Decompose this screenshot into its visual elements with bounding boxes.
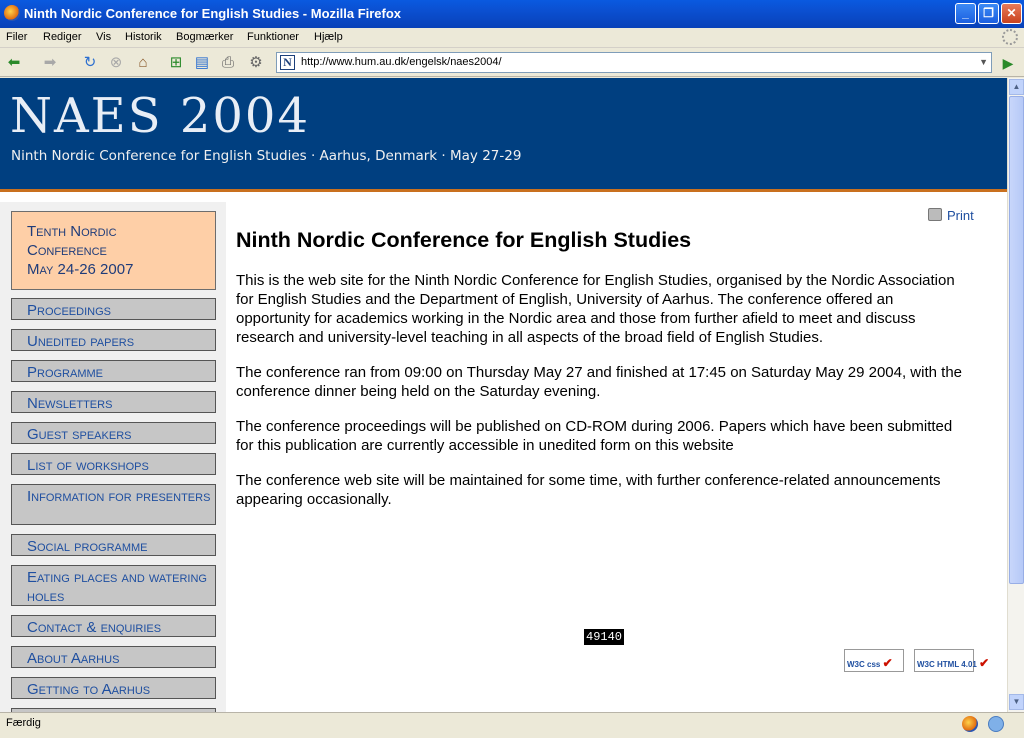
banner-title: NAES 2004 bbox=[10, 88, 310, 144]
url-bar[interactable]: N http://www.hum.au.dk/engelsk/naes2004/… bbox=[276, 52, 992, 73]
firefox-icon bbox=[4, 5, 20, 21]
site-favicon-icon: N bbox=[280, 55, 295, 70]
vertical-scrollbar[interactable]: ▲ ▼ bbox=[1007, 78, 1024, 712]
status-text: Færdig bbox=[6, 717, 41, 729]
new-tab-icon[interactable]: ⊞ bbox=[166, 53, 186, 73]
nav-proceedings[interactable]: Proceedings bbox=[11, 298, 216, 320]
url-text[interactable]: http://www.hum.au.dk/engelsk/naes2004/ bbox=[301, 56, 502, 68]
update-icon[interactable] bbox=[988, 716, 1004, 732]
nav-about-aarhus[interactable]: About Aarhus bbox=[11, 646, 216, 668]
proceedings-paragraph: The conference proceedings will be publi… bbox=[236, 418, 953, 454]
menu-filer[interactable]: Filer bbox=[6, 31, 27, 43]
navigation-toolbar: ⬅ ➡ ↻ ⊗ ⌂ ⊞ ▤ ⎙ ⚙ N http://www.hum.au.dk… bbox=[0, 49, 1024, 77]
window-titlebar: Ninth Nordic Conference for English Stud… bbox=[0, 0, 1024, 28]
nav-contact-enquiries[interactable]: Contact & enquiries bbox=[11, 615, 216, 637]
printer-icon bbox=[928, 208, 942, 221]
window-title: Ninth Nordic Conference for English Stud… bbox=[24, 6, 402, 21]
banner-subtitle: Ninth Nordic Conference for English Stud… bbox=[11, 148, 522, 164]
menu-rediger[interactable]: Rediger bbox=[43, 31, 82, 43]
check-icon: ✔ bbox=[979, 656, 990, 670]
promo-line-2: Conference bbox=[27, 242, 107, 259]
url-dropdown-icon[interactable]: ▼ bbox=[979, 57, 988, 67]
menu-hjaelp[interactable]: Hjælp bbox=[314, 31, 343, 43]
nav-getting-to-aarhus[interactable]: Getting to Aarhus bbox=[11, 677, 216, 699]
nav-newsletters[interactable]: Newsletters bbox=[11, 391, 216, 413]
scroll-down-arrow-icon[interactable]: ▼ bbox=[1009, 694, 1024, 710]
print-link[interactable]: Print bbox=[928, 208, 974, 223]
firefox-status-icon[interactable] bbox=[962, 716, 978, 732]
scroll-up-arrow-icon[interactable]: ▲ bbox=[1009, 79, 1024, 95]
nav-information-for-presenters[interactable]: Information for presenters bbox=[11, 484, 216, 525]
minimize-button[interactable]: _ bbox=[955, 3, 976, 24]
reload-icon[interactable]: ↻ bbox=[80, 53, 100, 73]
tenth-conference-link[interactable]: Tenth Nordic Conference May 24-26 2007 bbox=[11, 211, 216, 290]
restore-button[interactable]: ❐ bbox=[978, 3, 999, 24]
bookmark-icon[interactable]: ▤ bbox=[192, 53, 212, 73]
stop-icon[interactable]: ⊗ bbox=[106, 53, 126, 73]
menu-historik[interactable]: Historik bbox=[125, 31, 162, 43]
nav-guest-speakers[interactable]: Guest speakers bbox=[11, 422, 216, 444]
page-viewport: NAES 2004 Ninth Nordic Conference for En… bbox=[0, 78, 1007, 712]
nav-eating-places[interactable]: Eating places and watering holes bbox=[11, 565, 216, 606]
promo-line-3: May 24-26 2007 bbox=[27, 261, 134, 278]
site-banner: NAES 2004 Ninth Nordic Conference for En… bbox=[0, 78, 1007, 192]
print-label: Print bbox=[947, 208, 974, 223]
w3c-html-badge[interactable]: W3C HTML 4.01 ✔ bbox=[914, 649, 989, 672]
nav-unedited-papers[interactable]: Unedited papers bbox=[11, 329, 216, 351]
home-icon[interactable]: ⌂ bbox=[133, 53, 153, 73]
scroll-thumb[interactable] bbox=[1009, 96, 1024, 584]
throbber-icon bbox=[1002, 29, 1018, 45]
page-heading: Ninth Nordic Conference for English Stud… bbox=[236, 228, 692, 252]
menu-bar: Filer Rediger Vis Historik Bogmærker Fun… bbox=[0, 28, 1024, 48]
menu-vis[interactable]: Vis bbox=[96, 31, 111, 43]
print-toolbar-icon[interactable]: ⎙ bbox=[218, 53, 238, 73]
nav-programme[interactable]: Programme bbox=[11, 360, 216, 382]
maintenance-paragraph: The conference web site will be maintain… bbox=[236, 472, 941, 508]
status-bar: Færdig bbox=[0, 712, 1024, 738]
menu-bogmaerker[interactable]: Bogmærker bbox=[176, 31, 233, 43]
close-button[interactable]: ✕ bbox=[1001, 3, 1022, 24]
nav-social-programme[interactable]: Social programme bbox=[11, 534, 216, 556]
check-icon: ✔ bbox=[882, 656, 893, 670]
schedule-paragraph: The conference ran from 09:00 on Thursda… bbox=[236, 364, 963, 400]
menu-funktioner[interactable]: Funktioner bbox=[247, 31, 299, 43]
back-arrow-icon[interactable]: ⬅ bbox=[4, 53, 24, 73]
go-arrow-icon[interactable]: ▶ bbox=[998, 53, 1018, 73]
nav-list-of-workshops[interactable]: List of workshops bbox=[11, 453, 216, 475]
forward-arrow-icon[interactable]: ➡ bbox=[40, 53, 60, 73]
visit-counter: 49140 bbox=[584, 629, 625, 645]
promo-line-1: Tenth Nordic bbox=[27, 223, 117, 240]
intro-paragraph: This is the web site for the Ninth Nordi… bbox=[236, 272, 955, 346]
sidebar: Tenth Nordic Conference May 24-26 2007 P… bbox=[0, 202, 226, 712]
w3c-css-badge[interactable]: W3C css ✔ bbox=[844, 649, 904, 672]
tools-icon[interactable]: ⚙ bbox=[246, 53, 266, 73]
